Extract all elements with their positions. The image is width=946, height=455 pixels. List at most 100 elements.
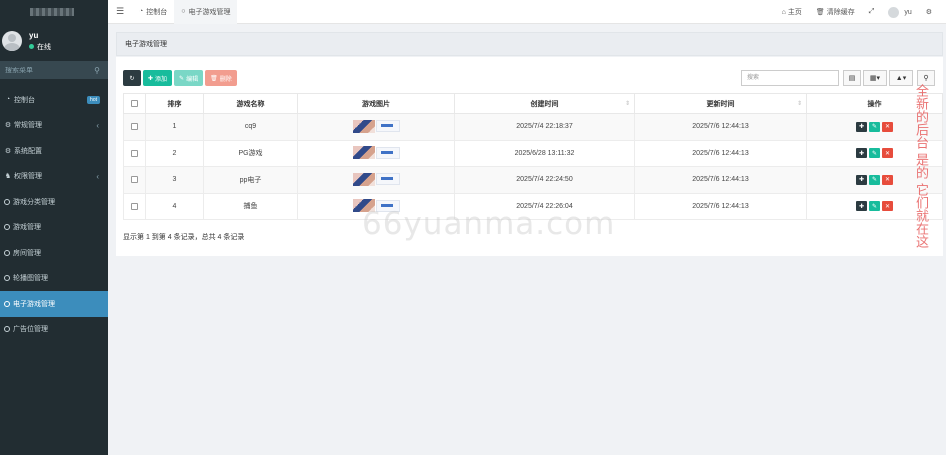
topbar-right: ⌂ 主页 🗑 清除缓存 ⤢ yu ⚙ bbox=[782, 0, 946, 24]
export-icon[interactable]: ▲▾ bbox=[889, 70, 913, 86]
delete-label: 删除 bbox=[219, 76, 232, 83]
cell-updated: 2025/7/6 12:44:13 bbox=[634, 192, 807, 220]
table-tools: ▤ ▦▾ ▲▾ ⚲ bbox=[741, 70, 935, 86]
delete-row-icon[interactable]: ✕ bbox=[882, 201, 893, 212]
cell-order: 4 bbox=[145, 192, 204, 220]
logo-blurred bbox=[30, 8, 74, 16]
refresh-button[interactable]: ↻ bbox=[123, 70, 141, 86]
add-label: 添加 bbox=[155, 76, 168, 83]
menu-search-input[interactable] bbox=[5, 66, 75, 74]
col-created[interactable]: 创建时间 ⇕ bbox=[454, 93, 635, 114]
refresh-icon: ↻ bbox=[129, 75, 135, 82]
hot-badge: hot bbox=[87, 95, 100, 104]
delete-row-icon[interactable]: ✕ bbox=[882, 121, 893, 132]
select-all-checkbox[interactable] bbox=[131, 99, 138, 107]
col-order[interactable]: 排序 bbox=[145, 93, 204, 114]
sidebar-item-dashboard[interactable]: ◔ 控制台 hot bbox=[0, 87, 108, 113]
sidebar-item-game-category[interactable]: 游戏分类管理 bbox=[0, 189, 108, 215]
home-link[interactable]: ⌂ 主页 bbox=[782, 7, 802, 17]
cell-created: 2025/7/4 22:18:37 bbox=[454, 113, 635, 141]
annotation-note: 全新的后台 是的 它们就在这 bbox=[913, 84, 928, 249]
sort-icon: ⇕ bbox=[796, 101, 802, 107]
row-actions: ✚ ✎ ✕ bbox=[856, 201, 893, 212]
row-checkbox[interactable] bbox=[131, 123, 138, 131]
row-select-cell bbox=[123, 192, 146, 220]
gear-icon: ⚙ bbox=[4, 147, 12, 155]
sidebar-item-carousel[interactable]: 轮播图管理 bbox=[0, 266, 108, 292]
game-thumbnail[interactable] bbox=[352, 172, 400, 186]
columns-icon[interactable]: ▦▾ bbox=[863, 70, 887, 86]
cell-created: 2025/7/4 22:24:50 bbox=[454, 166, 635, 194]
menu-toggle-icon[interactable]: ☰ bbox=[108, 6, 132, 17]
row-checkbox[interactable] bbox=[131, 176, 138, 184]
tab-label: 电子游戏管理 bbox=[188, 8, 231, 16]
table-search-input[interactable] bbox=[741, 70, 839, 86]
cell-image bbox=[297, 166, 455, 194]
sidebar-item-games[interactable]: 游戏管理 bbox=[0, 215, 108, 241]
add-button[interactable]: ✚ 添加 bbox=[143, 70, 173, 86]
fullscreen-icon[interactable]: ⤢ bbox=[869, 8, 875, 16]
sidebar-item-label: 常规管理 bbox=[14, 122, 42, 130]
cogs-icon: ⚙ bbox=[4, 122, 12, 130]
brand-logo[interactable] bbox=[0, 0, 108, 24]
table-row: 2 PG游戏 2025/6/28 13:11:32 2025/7/6 12:44… bbox=[123, 139, 943, 167]
pencil-icon: ✎ bbox=[179, 75, 185, 82]
pagination-info: 显示第 1 到第 4 条记录，总共 4 条记录 bbox=[123, 234, 245, 241]
user-panel: yu 在线 bbox=[0, 24, 108, 58]
row-select-cell bbox=[123, 139, 146, 167]
delete-row-icon[interactable]: ✕ bbox=[882, 174, 893, 185]
thumb-logo bbox=[375, 146, 400, 159]
clear-cache-button[interactable]: 🗑 清除缓存 bbox=[816, 7, 855, 17]
game-thumbnail[interactable] bbox=[352, 146, 400, 160]
sidebar-item-ads[interactable]: 广告位管理 bbox=[0, 317, 108, 343]
circle-icon: ○ bbox=[181, 8, 186, 15]
cell-name: cq9 bbox=[203, 113, 298, 141]
delete-button[interactable]: 🗑 删除 bbox=[205, 70, 237, 86]
cell-order: 2 bbox=[145, 139, 204, 167]
toggle-view-icon[interactable]: ▤ bbox=[843, 70, 861, 86]
drag-sort-icon[interactable]: ✚ bbox=[856, 148, 867, 159]
circle-icon bbox=[4, 326, 10, 333]
thumb-art bbox=[352, 172, 375, 186]
game-thumbnail[interactable] bbox=[352, 119, 400, 133]
sidebar-item-rooms[interactable]: 房间管理 bbox=[0, 240, 108, 266]
sidebar-item-system-config[interactable]: ⚙ 系统配置 bbox=[0, 138, 108, 164]
edit-row-icon[interactable]: ✎ bbox=[869, 148, 880, 159]
edit-row-icon[interactable]: ✎ bbox=[869, 174, 880, 185]
user-menu[interactable]: yu bbox=[888, 6, 912, 18]
drag-sort-icon[interactable]: ✚ bbox=[856, 121, 867, 132]
thumb-art bbox=[352, 119, 375, 133]
col-image: 游戏图片 bbox=[297, 93, 455, 114]
cell-image bbox=[297, 139, 455, 167]
edit-row-icon[interactable]: ✎ bbox=[869, 201, 880, 212]
thumb-logo bbox=[375, 120, 400, 132]
cell-updated: 2025/7/6 12:44:13 bbox=[634, 166, 807, 194]
sidebar-item-permissions[interactable]: ♞ 权限管理 ‹ bbox=[0, 164, 108, 190]
avatar bbox=[2, 31, 22, 51]
table-row: 3 pp电子 2025/7/4 22:24:50 2025/7/6 12:44:… bbox=[123, 166, 943, 194]
table-header-row: 排序 游戏名称 游戏图片 创建时间 ⇕ 更新时间 ⇕ 操作 bbox=[123, 93, 943, 114]
search-icon[interactable]: ⚲ bbox=[94, 66, 100, 75]
sidebar-item-general[interactable]: ⚙ 常规管理 ‹ bbox=[0, 113, 108, 139]
drag-sort-icon[interactable]: ✚ bbox=[856, 201, 867, 212]
row-checkbox[interactable] bbox=[131, 149, 138, 157]
drag-sort-icon[interactable]: ✚ bbox=[856, 174, 867, 185]
menu-search: ⚲ bbox=[0, 61, 108, 79]
tab-egames[interactable]: ○ 电子游戏管理 bbox=[174, 0, 238, 24]
user-name: yu bbox=[904, 8, 912, 16]
sidebar-item-egames[interactable]: 电子游戏管理 bbox=[0, 291, 108, 317]
sidebar: yu 在线 ⚲ ◔控制台hot ⚙常规管理‹ ⚙系统配置 ♞权限管理‹ 游戏分类… bbox=[0, 0, 108, 455]
dashboard-icon: ◔ bbox=[5, 96, 11, 104]
col-updated[interactable]: 更新时间 ⇕ bbox=[634, 93, 807, 114]
tab-dashboard[interactable]: ◔ 控制台 bbox=[132, 0, 174, 24]
row-checkbox[interactable] bbox=[131, 202, 138, 210]
row-actions: ✚ ✎ ✕ bbox=[856, 174, 893, 185]
sidebar-item-label: 电子游戏管理 bbox=[13, 300, 55, 308]
settings-icon[interactable]: ⚙ bbox=[926, 8, 932, 16]
col-name[interactable]: 游戏名称 bbox=[203, 93, 298, 114]
edit-row-icon[interactable]: ✎ bbox=[869, 121, 880, 132]
sort-icon: ⇕ bbox=[624, 101, 630, 107]
delete-row-icon[interactable]: ✕ bbox=[882, 148, 893, 159]
edit-button[interactable]: ✎ 编辑 bbox=[174, 70, 204, 86]
row-actions: ✚ ✎ ✕ bbox=[856, 121, 893, 132]
